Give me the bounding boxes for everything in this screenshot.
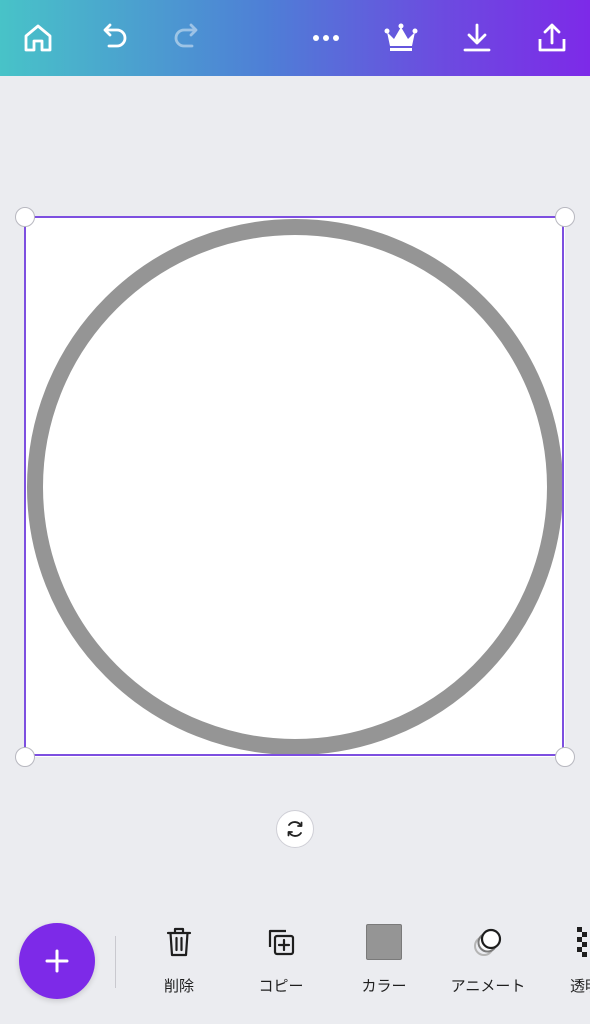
more-icon (313, 35, 339, 41)
undo-button[interactable] (90, 14, 138, 62)
home-icon (24, 24, 52, 52)
redo-button[interactable] (163, 14, 211, 62)
share-button[interactable] (528, 14, 576, 62)
rotate-icon (287, 821, 303, 837)
transparency-label: 透明 (570, 977, 590, 995)
resize-handle-bottom-left[interactable] (15, 747, 35, 767)
resize-handle-top-right[interactable] (555, 207, 575, 227)
redo-icon (174, 23, 198, 48)
more-button[interactable] (302, 14, 350, 62)
copy-button[interactable]: コピー (235, 920, 327, 1020)
color-swatch (366, 924, 402, 960)
plus-icon (45, 949, 69, 973)
color-button[interactable]: カラー (338, 920, 430, 1020)
transparency-button[interactable]: 透明 (545, 920, 590, 1020)
transparency-icon (577, 927, 587, 957)
home-button[interactable] (14, 14, 62, 62)
color-label: カラー (361, 977, 407, 995)
download-icon (463, 23, 491, 52)
copy-icon (268, 929, 295, 956)
animate-icon (474, 928, 502, 956)
delete-button[interactable]: 削除 (133, 920, 225, 1020)
crown-icon (384, 23, 418, 51)
undo-icon (103, 23, 127, 48)
top-bar (0, 0, 590, 76)
resize-handle-top-left[interactable] (15, 207, 35, 227)
copy-label: コピー (258, 977, 304, 995)
delete-label: 削除 (163, 977, 194, 995)
add-button[interactable] (19, 923, 95, 999)
bottom-toolbar: 削除 コピー カラー アニメート 透 (0, 900, 590, 1024)
download-button[interactable] (453, 14, 501, 62)
animate-button[interactable]: アニメート (442, 920, 534, 1020)
selection-frame (24, 216, 564, 756)
resize-handle-bottom-right[interactable] (555, 747, 575, 767)
animate-label: アニメート (450, 977, 526, 995)
toolbar-divider (115, 936, 116, 988)
rotate-button[interactable] (276, 810, 314, 848)
premium-button[interactable] (377, 14, 425, 62)
trash-icon (166, 927, 192, 957)
share-icon (538, 23, 566, 52)
